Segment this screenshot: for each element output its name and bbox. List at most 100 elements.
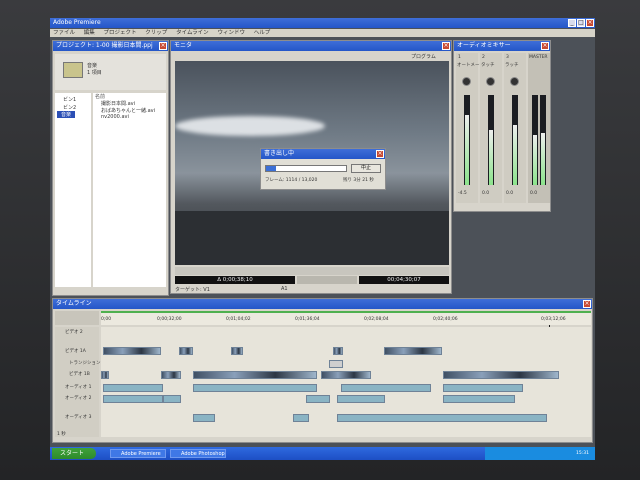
app-title: Adobe Premiere bbox=[53, 19, 101, 26]
video-clip[interactable] bbox=[231, 347, 243, 355]
video-clip[interactable] bbox=[193, 371, 317, 379]
menu-help[interactable]: ヘルプ bbox=[254, 30, 271, 36]
track-name[interactable]: オーディオ 1 bbox=[65, 384, 91, 390]
menu-project[interactable]: プロジェクト bbox=[104, 30, 137, 36]
timeline-ruler[interactable]: 0;00 0;00;32;00 0;01;04;02 0;01;36;04 0;… bbox=[101, 311, 591, 325]
transport-controls[interactable] bbox=[297, 276, 357, 284]
video-clip[interactable] bbox=[384, 347, 442, 355]
audio-target-label[interactable]: A1 bbox=[281, 286, 288, 292]
audio-clip[interactable] bbox=[337, 414, 547, 422]
audio-mixer-window: オーディオミキサー × 1 オートメーション -4.5 2 タッチ 0.0 3 … bbox=[453, 40, 551, 212]
duration-display: 00;04;30;07 bbox=[359, 276, 449, 284]
level-meter bbox=[464, 95, 470, 185]
project-close-button[interactable]: × bbox=[159, 42, 167, 50]
video-clip[interactable] bbox=[101, 371, 109, 379]
stop-button[interactable]: 中止 bbox=[351, 164, 381, 173]
track-headers: ビデオ 2 ビデオ 1A トランジション ビデオ 1B オーディオ 1 オーディ… bbox=[55, 327, 101, 437]
file-item[interactable]: おばあちゃんと一緒.avi bbox=[101, 107, 155, 114]
monitor-close-button[interactable]: × bbox=[442, 42, 450, 50]
track-name[interactable]: ビデオ 2 bbox=[65, 329, 83, 335]
file-item[interactable]: nv2000.avi bbox=[101, 114, 129, 120]
pan-knob[interactable] bbox=[510, 77, 519, 86]
track-name[interactable]: トランジション bbox=[69, 360, 101, 366]
track-lanes bbox=[101, 327, 591, 437]
menu-timeline[interactable]: タイムライン bbox=[176, 30, 209, 36]
folder-icon bbox=[63, 62, 83, 78]
file-list: 名前 撮影日本間.avi おばあちゃんと一緒.avi nv2000.avi bbox=[93, 93, 166, 287]
bin-item[interactable]: ビン2 bbox=[63, 104, 76, 111]
master-label: MASTER bbox=[529, 55, 548, 60]
close-button[interactable]: × bbox=[586, 19, 594, 27]
taskbar-item-photoshop[interactable]: Adobe Photoshop bbox=[170, 449, 226, 458]
audio-clip[interactable] bbox=[306, 395, 330, 403]
track-name[interactable]: オーディオ 3 bbox=[65, 414, 91, 420]
audio-clip[interactable] bbox=[163, 395, 181, 403]
target-label[interactable]: ターゲット: V1 bbox=[175, 286, 210, 293]
start-button[interactable]: スタート bbox=[52, 448, 96, 459]
audio-clip[interactable] bbox=[103, 384, 163, 392]
clock: 15:31 bbox=[576, 451, 589, 456]
audio-mixer-title-bar: オーディオミキサー bbox=[454, 41, 550, 51]
timeline-title-bar: タイムライン bbox=[53, 299, 592, 309]
export-status: フレーム: 1114 / 13,020 bbox=[265, 178, 318, 183]
video-clip[interactable] bbox=[161, 371, 181, 379]
bin-preview: 音楽 1 項目 bbox=[55, 54, 166, 90]
menu-file[interactable]: ファイル bbox=[53, 30, 75, 36]
taskbar-item-premiere[interactable]: Adobe Premiere bbox=[110, 449, 166, 458]
audio-clip[interactable] bbox=[341, 384, 431, 392]
channel-name: 3 bbox=[506, 55, 509, 60]
transition-clip[interactable] bbox=[329, 360, 343, 368]
pan-knob[interactable] bbox=[462, 77, 471, 86]
ruler-label: 0;00 bbox=[101, 317, 112, 322]
track-name[interactable]: オーディオ 2 bbox=[65, 395, 91, 401]
audio-clip[interactable] bbox=[193, 414, 215, 422]
mode-label[interactable]: ラッチ bbox=[505, 62, 519, 68]
ruler-label: 0;00;32;00 bbox=[157, 317, 182, 322]
app-title-bar: Adobe Premiere bbox=[50, 18, 595, 28]
bin-item-selected[interactable]: 音楽 bbox=[57, 111, 76, 118]
ruler-label: 0;02;08;04 bbox=[364, 317, 389, 322]
ruler-label: 0;02;40;06 bbox=[433, 317, 458, 322]
audio-clip[interactable] bbox=[443, 384, 523, 392]
audio-clip[interactable] bbox=[193, 384, 317, 392]
menu-bar: ファイル 編集 プロジェクト クリップ タイムライン ウィンドウ ヘルプ bbox=[50, 29, 595, 37]
audio-mixer-close-button[interactable]: × bbox=[541, 42, 549, 50]
track-name[interactable]: ビデオ 1A bbox=[65, 348, 86, 354]
menu-window[interactable]: ウィンドウ bbox=[217, 30, 245, 36]
pan-knob[interactable] bbox=[486, 77, 495, 86]
timeline-close-button[interactable]: × bbox=[583, 300, 591, 308]
timeline-toolbox[interactable] bbox=[55, 311, 99, 325]
minimize-button[interactable]: _ bbox=[568, 19, 576, 27]
menu-edit[interactable]: 編集 bbox=[84, 30, 95, 36]
audio-clip[interactable] bbox=[443, 395, 515, 403]
video-clip[interactable] bbox=[443, 371, 559, 379]
video-clip[interactable] bbox=[333, 347, 343, 355]
mode-label[interactable]: タッチ bbox=[481, 62, 495, 68]
maximize-button[interactable]: □ bbox=[577, 19, 585, 27]
video-clip[interactable] bbox=[103, 347, 161, 355]
audio-clip[interactable] bbox=[103, 395, 163, 403]
zoom-level[interactable]: 1 秒 bbox=[57, 431, 66, 437]
audio-clip[interactable] bbox=[293, 414, 309, 422]
channel-db: -4.5 bbox=[458, 191, 467, 196]
column-header-name[interactable]: 名前 bbox=[95, 93, 105, 100]
video-clip[interactable] bbox=[179, 347, 193, 355]
timeline-window: タイムライン × 0;00 0;00;32;00 0;01;04;02 0;01… bbox=[52, 298, 593, 443]
audio-clip[interactable] bbox=[337, 395, 385, 403]
export-remaining: 残り 3分 21 秒 bbox=[343, 178, 374, 183]
work-area-bar[interactable] bbox=[101, 311, 591, 313]
monitor-scrubber[interactable] bbox=[175, 267, 449, 275]
monitor-title: モニタ bbox=[174, 42, 193, 49]
program-tab[interactable]: プログラム bbox=[411, 53, 436, 60]
bin-item[interactable]: ビン1 bbox=[63, 96, 76, 103]
export-dialog-close-button[interactable]: × bbox=[376, 150, 384, 158]
export-progress-bar bbox=[265, 165, 347, 172]
file-item[interactable]: 撮影日本間.avi bbox=[101, 100, 135, 107]
level-meter bbox=[512, 95, 518, 185]
mixer-channel-1: 1 オートメーション -4.5 bbox=[456, 53, 493, 203]
level-meter bbox=[488, 95, 494, 185]
menu-clip[interactable]: クリップ bbox=[145, 30, 167, 36]
video-clip[interactable] bbox=[321, 371, 371, 379]
timecode-display: Δ 0;00;38;10 bbox=[175, 276, 295, 284]
track-name[interactable]: ビデオ 1B bbox=[69, 371, 90, 377]
